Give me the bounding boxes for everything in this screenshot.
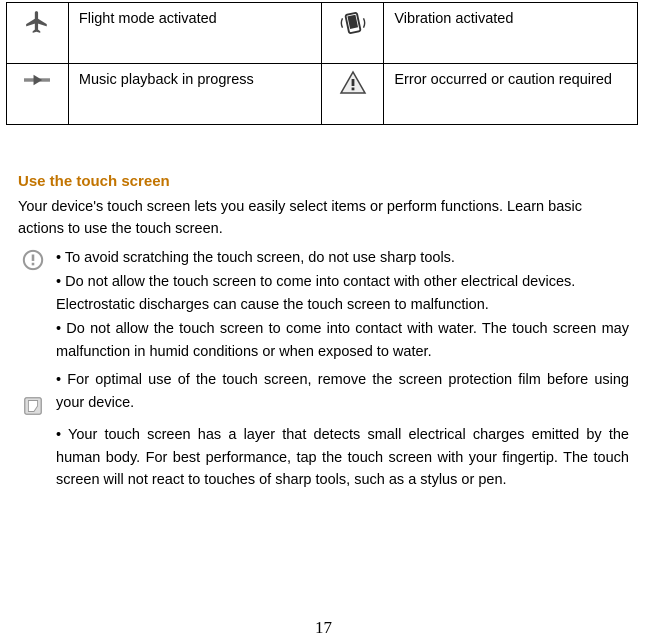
bullet-item: • Do not allow the touch screen to come … xyxy=(18,271,629,316)
status-icons-table: Flight mode activated Vibration activate… xyxy=(6,2,638,125)
bullet-item: • For optimal use of the touch screen, r… xyxy=(18,369,629,414)
label-vibration: Vibration activated xyxy=(384,3,638,64)
alert-circle-icon xyxy=(22,249,44,271)
airplane-icon xyxy=(24,9,50,35)
bullet-item: • Do not allow the touch screen to come … xyxy=(18,318,629,363)
page-number: 17 xyxy=(0,618,647,638)
table-row: Flight mode activated Vibration activate… xyxy=(7,3,638,64)
icon-cell-vibration xyxy=(322,3,384,64)
caution-icon xyxy=(339,70,367,96)
table-row: Music playback in progress Error occurre… xyxy=(7,64,638,125)
vibration-icon xyxy=(339,9,367,37)
label-music: Music playback in progress xyxy=(68,64,322,125)
icon-cell-flight-mode xyxy=(7,3,69,64)
label-caution: Error occurred or caution required xyxy=(384,64,638,125)
bullet-list: • To avoid scratching the touch screen, … xyxy=(18,247,629,492)
label-flight-mode: Flight mode activated xyxy=(68,3,322,64)
music-playback-icon xyxy=(24,70,50,90)
bullet-item: • To avoid scratching the touch screen, … xyxy=(18,247,629,269)
bullet-item: • Your touch screen has a layer that det… xyxy=(18,424,629,491)
icon-cell-music xyxy=(7,64,69,125)
section-heading-touch-screen: Use the touch screen xyxy=(18,173,629,190)
icon-cell-caution xyxy=(322,64,384,125)
section-intro: Your device's touch screen lets you easi… xyxy=(18,196,629,241)
note-square-icon xyxy=(22,395,44,417)
